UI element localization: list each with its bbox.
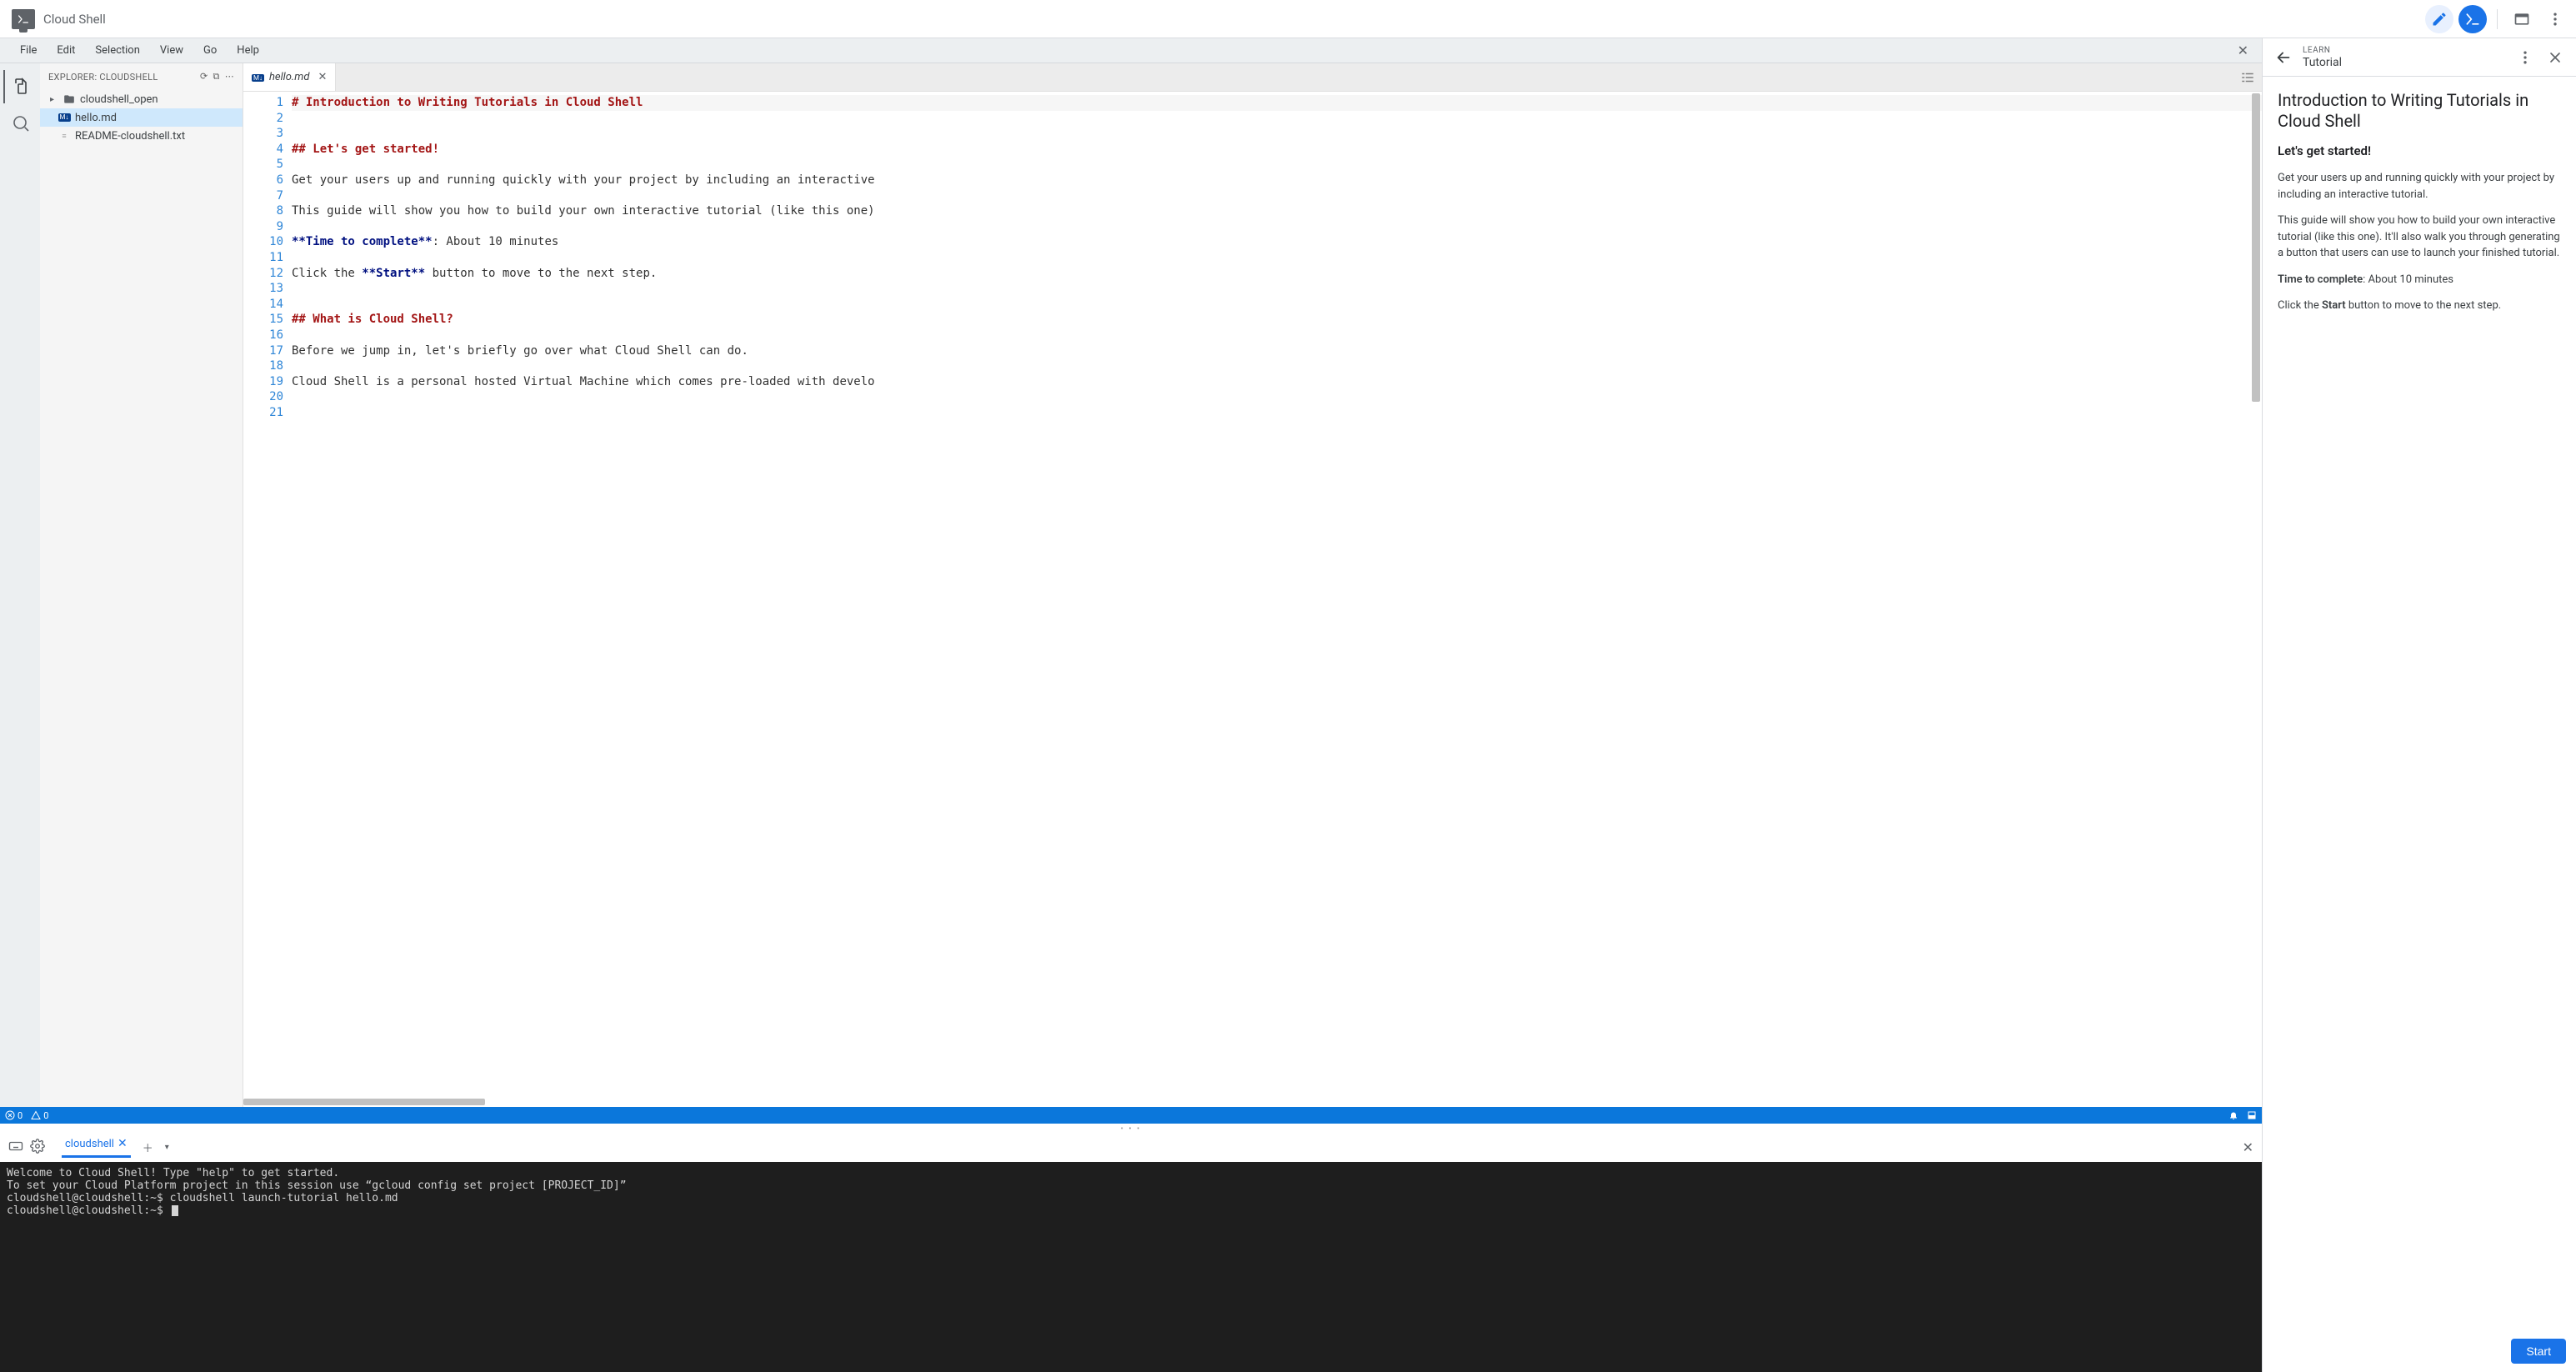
pencil-icon (2431, 11, 2448, 28)
editor-tabbar: M↓ hello.md ✕ (243, 63, 2262, 92)
tutorial-paragraph: Click the Start button to move to the ne… (2278, 298, 2561, 314)
topbar-left: Cloud Shell (7, 9, 106, 29)
tutorial-footer: Start (2263, 1330, 2576, 1372)
explorer-panel: EXPLORER: CLOUDSHELL ⟳ ⧉ ⋯ ▸ cloudshell_… (40, 63, 243, 1107)
cloudshell-logo-icon (12, 9, 35, 29)
tutorial-paragraph: Time to complete: About 10 minutes (2278, 272, 2561, 288)
markdown-icon: M↓ (252, 71, 264, 83)
top-app-bar: Cloud Shell (0, 0, 2576, 38)
start-ref: Start (2322, 299, 2346, 312)
terminal-tabbar: cloudshell ✕ ＋ ▾ ✕ (0, 1134, 2262, 1162)
edit-button[interactable] (2425, 5, 2453, 33)
line-number-gutter: 123456789101112131415161718192021 (243, 92, 292, 1097)
folder-icon (63, 93, 75, 105)
tutorial-header: LEARN Tutorial (2263, 38, 2576, 77)
error-count: 0 (18, 1110, 23, 1121)
menu-view[interactable]: View (150, 38, 193, 63)
notifications-icon[interactable] (2228, 1110, 2238, 1120)
keyboard-icon[interactable] (8, 1139, 23, 1157)
vertical-scrollbar[interactable] (2250, 92, 2262, 1097)
tabbar-spacer (336, 63, 2233, 91)
app-title: Cloud Shell (43, 12, 106, 27)
editor-tab-hello-md[interactable]: M↓ hello.md ✕ (243, 63, 336, 91)
divider (2497, 9, 2498, 29)
tutorial-overline: LEARN (2303, 47, 2342, 55)
tutorial-paragraph: Get your users up and running quickly wi… (2278, 170, 2561, 203)
markdown-icon: M↓ (58, 112, 70, 123)
status-errors[interactable]: 0 (5, 1110, 23, 1121)
start-button[interactable]: Start (2511, 1339, 2566, 1364)
editor-close-icon[interactable]: ✕ (2234, 43, 2252, 58)
tutorial-back-icon[interactable] (2269, 43, 2298, 72)
code-content[interactable]: # Introduction to Writing Tutorials in C… (292, 92, 2262, 1097)
tutorial-paragraph: This guide will show you how to build yo… (2278, 213, 2561, 262)
terminal-tab-dropdown-icon[interactable]: ▾ (165, 1143, 169, 1152)
explorer-more-icon[interactable]: ⋯ (225, 71, 234, 83)
terminal-tab-cloudshell[interactable]: cloudshell ✕ (62, 1137, 131, 1158)
tab-close-icon[interactable]: ✕ (318, 71, 327, 83)
horizontal-scrollbar[interactable] (243, 1097, 2262, 1107)
menu-selection[interactable]: Selection (85, 38, 149, 63)
terminal[interactable]: Welcome to Cloud Shell! Type "help" to g… (0, 1162, 2262, 1372)
pane-resize-handle[interactable]: • • • (0, 1124, 2262, 1134)
terminal-button[interactable] (2458, 5, 2487, 33)
tree-item-label: hello.md (75, 112, 117, 124)
terminal-tab-close-icon[interactable]: ✕ (118, 1137, 128, 1150)
tree-item-label: cloudshell_open (80, 93, 158, 106)
more-vert-icon (2547, 11, 2563, 28)
topbar-right (2425, 5, 2569, 33)
tutorial-subtitle: Let's get started! (2278, 143, 2561, 158)
editor-status-bar: 0 0 (0, 1107, 2262, 1124)
tutorial-header-title: Tutorial (2303, 57, 2342, 68)
tree-file-hello-md[interactable]: M↓ hello.md (40, 108, 243, 127)
time-value: : About 10 minutes (2363, 273, 2453, 286)
tree-file-readme[interactable]: ≡ README-cloudshell.txt (40, 127, 243, 145)
menu-edit[interactable]: Edit (47, 38, 85, 63)
code-editor[interactable]: 123456789101112131415161718192021 # Intr… (243, 92, 2262, 1097)
open-window-button[interactable] (2508, 5, 2536, 33)
console-icon (2464, 11, 2481, 28)
tutorial-title: Introduction to Writing Tutorials in Clo… (2278, 90, 2561, 132)
tutorial-panel: LEARN Tutorial Introduction to Writing T… (2263, 38, 2576, 1372)
layout-icon[interactable] (2247, 1110, 2257, 1120)
menu-file[interactable]: File (10, 38, 47, 63)
refresh-icon[interactable]: ⟳ (200, 71, 208, 83)
outline-icon[interactable] (2233, 63, 2262, 91)
tutorial-body: Introduction to Writing Tutorials in Clo… (2263, 77, 2576, 1330)
tab-label: hello.md (269, 71, 309, 83)
tree-folder-cloudshell-open[interactable]: ▸ cloudshell_open (40, 90, 243, 108)
terminal-close-icon[interactable]: ✕ (2243, 1139, 2253, 1155)
tree-item-label: README-cloudshell.txt (75, 130, 185, 143)
status-warnings[interactable]: 0 (31, 1110, 48, 1121)
explorer-title: EXPLORER: CLOUDSHELL (48, 72, 158, 83)
more-button[interactable] (2541, 5, 2569, 33)
error-icon (5, 1110, 15, 1120)
search-icon[interactable] (3, 107, 37, 140)
terminal-add-tab-icon[interactable]: ＋ (139, 1139, 157, 1155)
warning-count: 0 (43, 1110, 48, 1121)
text-file-icon: ≡ (58, 130, 70, 142)
explorer-header: EXPLORER: CLOUDSHELL ⟳ ⧉ ⋯ (40, 63, 243, 90)
time-label: Time to complete (2278, 273, 2363, 286)
activity-bar (0, 63, 40, 1107)
settings-icon[interactable] (30, 1139, 45, 1157)
menu-help[interactable]: Help (227, 38, 269, 63)
web-preview-icon (2513, 11, 2530, 28)
terminal-tab-label: cloudshell (65, 1138, 114, 1150)
tutorial-close-icon[interactable] (2541, 43, 2569, 72)
warning-icon (31, 1110, 41, 1120)
tutorial-more-icon[interactable] (2511, 43, 2539, 72)
editor-area: M↓ hello.md ✕ 12345678910111213141516171… (243, 63, 2262, 1107)
file-tree: ▸ cloudshell_open M↓ hello.md ≡ README-c… (40, 90, 243, 145)
collapse-icon[interactable]: ⧉ (213, 71, 220, 83)
explorer-icon[interactable] (3, 70, 37, 103)
editor-menubar: File Edit Selection View Go Help ✕ (0, 38, 2262, 63)
menu-go[interactable]: Go (193, 38, 227, 63)
